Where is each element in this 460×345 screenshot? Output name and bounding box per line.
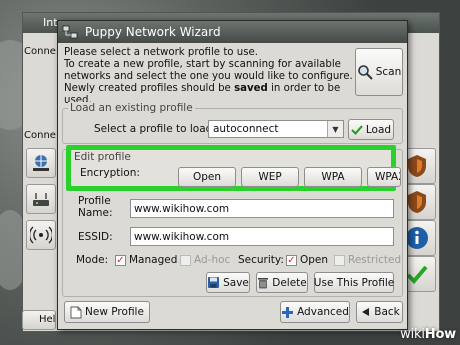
save-button-label: Save [223, 276, 249, 289]
mode-managed-label: Managed [129, 254, 178, 266]
encryption-wpa2-button[interactable]: WPA2 [367, 167, 401, 187]
new-profile-button[interactable]: New Profile [64, 301, 150, 323]
profile-name-input[interactable]: www.wikihow.com [130, 199, 394, 218]
security-restricted-checkbox[interactable] [334, 255, 345, 266]
mode-label: Mode: [76, 254, 109, 266]
network-globe-icon [33, 155, 49, 171]
floppy-disk-icon [208, 277, 220, 288]
encryption-wpa2-label: WPA2 [375, 171, 400, 183]
mode-adhoc-checkbox[interactable] [180, 255, 191, 266]
profile-select-value: autoconnect [213, 123, 279, 135]
encryption-open-label: Open [192, 171, 222, 183]
intro-line: To create a new profile, start by scanni… [64, 59, 341, 70]
help-button[interactable]: Hel [22, 310, 56, 330]
load-profile-frame-label: Load an existing profile [68, 102, 195, 114]
new-document-icon [70, 306, 82, 318]
checkmark-icon [351, 124, 363, 135]
encryption-wpa-label: WPA [321, 171, 345, 183]
wikihow-watermark: wikiHow [400, 327, 456, 342]
profile-name-label-line: Profile [78, 195, 111, 207]
encryption-wpa-button[interactable]: WPA [304, 167, 362, 187]
save-button[interactable]: Save [206, 272, 250, 293]
delete-button-label: Delete [272, 276, 307, 289]
dialog-titlebar[interactable]: Puppy Network Wizard [58, 21, 407, 43]
use-this-profile-label: Use This Profile [313, 276, 395, 289]
use-this-profile-button[interactable]: Use This Profile [314, 272, 394, 293]
select-profile-label: Select a profile to load: [94, 123, 216, 135]
delete-button[interactable]: Delete [256, 272, 308, 293]
encryption-label: Encryption: [80, 167, 140, 179]
dialog-bottom-bar: New Profile Advanced Back [62, 299, 405, 327]
advanced-label: Advanced [297, 306, 349, 318]
scan-button-label: Scan [375, 66, 402, 78]
new-profile-label: New Profile [85, 306, 144, 318]
load-button[interactable]: Load [348, 119, 394, 140]
network-wizard-dialog: Puppy Network Wizard Please select a net… [57, 20, 408, 330]
profile-name-label-line: Name: [78, 207, 113, 219]
security-open-label: Open [300, 254, 329, 266]
plus-icon [282, 306, 294, 318]
dialog-title: Puppy Network Wizard [85, 25, 221, 39]
profile-select[interactable]: autoconnect ▼ [208, 120, 344, 138]
security-restricted-label: Restricted [348, 254, 402, 266]
arrow-left-icon [362, 308, 370, 316]
wireless-button[interactable] [26, 220, 56, 250]
advanced-button[interactable]: Advanced [280, 301, 350, 323]
load-button-label: Load [365, 123, 392, 136]
mode-adhoc-label: Ad-hoc [194, 254, 231, 266]
profile-name-label: Profile Name: [78, 195, 113, 219]
trash-icon [258, 278, 269, 289]
help-button-label: Hel [39, 314, 56, 325]
router-icon [33, 193, 49, 206]
back-label: Back [374, 306, 400, 318]
intro-line: networks and select the one you would li… [64, 71, 353, 82]
security-label: Security: [238, 254, 284, 266]
magnifier-icon [357, 65, 373, 80]
encryption-wep-button[interactable]: WEP [241, 167, 299, 187]
back-button[interactable]: Back [356, 301, 403, 323]
essid-input[interactable]: www.wikihow.com [130, 227, 394, 246]
scan-button[interactable]: Scan [355, 48, 403, 96]
network-interface-button[interactable] [26, 148, 56, 178]
wireless-antenna-icon [30, 226, 52, 244]
chevron-down-icon[interactable]: ▼ [327, 121, 343, 137]
encryption-open-button[interactable]: Open [178, 167, 236, 187]
security-open-checkbox[interactable]: ✓ [286, 255, 297, 266]
intro-line: Please select a network profile to use. [64, 47, 259, 58]
parent-connections-label-2: Conne [24, 130, 56, 141]
encryption-wep-label: WEP [258, 171, 282, 183]
network-wizard-icon [62, 25, 78, 39]
parent-connections-label: Conne [24, 46, 56, 57]
intro-text: Please select a network profile to use. … [64, 47, 356, 107]
essid-label: ESSID: [78, 231, 113, 243]
router-button[interactable] [26, 184, 56, 214]
mode-managed-checkbox[interactable]: ✓ [115, 255, 126, 266]
edit-profile-frame-label: Edit profile [72, 151, 133, 163]
